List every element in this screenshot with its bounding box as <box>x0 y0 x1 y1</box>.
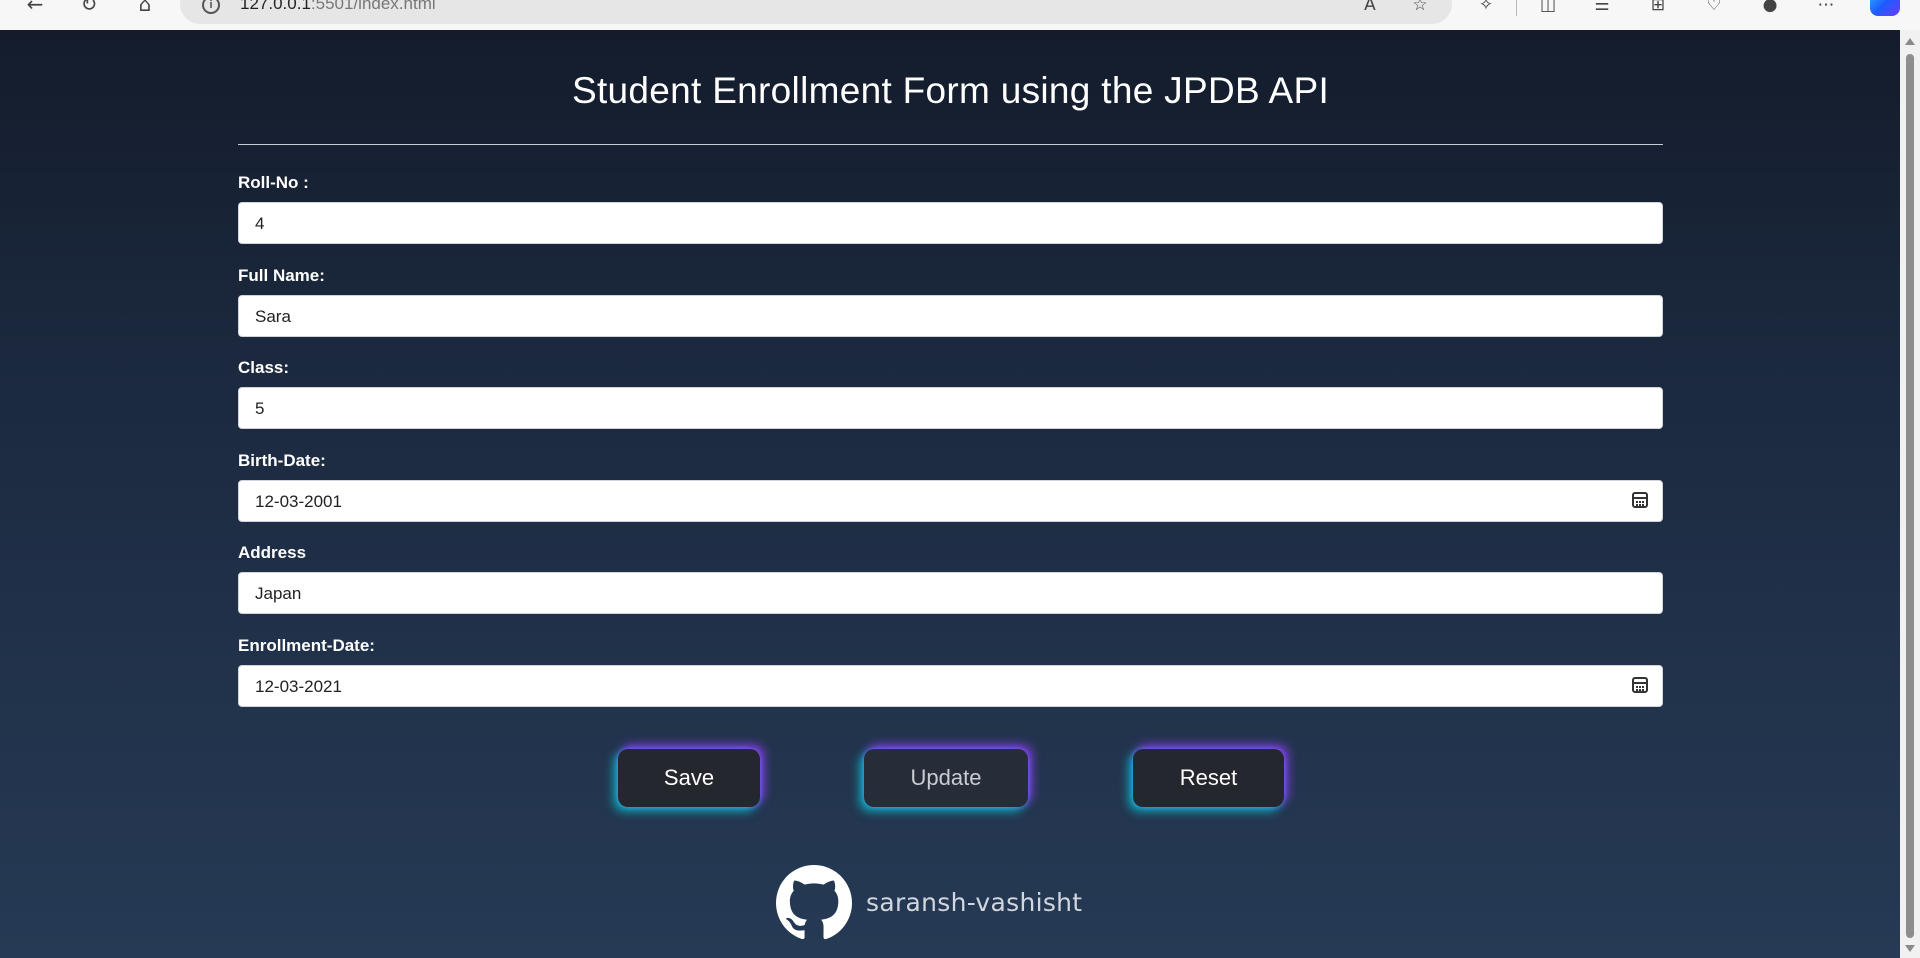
refresh-icon[interactable]: ↻ <box>76 0 102 20</box>
vertical-scrollbar[interactable] <box>1900 30 1920 958</box>
read-aloud-icon[interactable]: A <box>1358 0 1382 18</box>
address-url[interactable]: 127.0.0.1:5501/index.html <box>240 0 436 14</box>
address-value: Japan <box>255 584 302 603</box>
update-button[interactable]: Update <box>864 749 1028 807</box>
enrollment-date-value: 12-03-2021 <box>255 677 342 696</box>
scroll-up-icon[interactable] <box>1905 38 1915 45</box>
birth-date-label: Birth-Date: <box>238 451 326 470</box>
calendar-icon[interactable] <box>1632 492 1648 508</box>
birth-date-value: 12-03-2001 <box>255 492 342 511</box>
profile-icon[interactable]: ● <box>1758 0 1782 18</box>
address-input[interactable]: Japan <box>238 572 1663 614</box>
enrollment-date-label: Enrollment-Date: <box>238 636 375 655</box>
browser-toolbar: ← ↻ ⌂ i 127.0.0.1:5501/index.html A ☆ ✧ … <box>0 0 1920 30</box>
title-divider <box>238 144 1663 145</box>
class-label: Class: <box>238 358 290 377</box>
save-button[interactable]: Save <box>618 749 760 807</box>
scrollbar-thumb[interactable] <box>1906 54 1914 938</box>
address-label: Address <box>238 543 307 562</box>
copilot-icon[interactable] <box>1870 0 1900 16</box>
roll-no-label: Roll-No : <box>238 173 309 192</box>
full-name-input[interactable]: Sara <box>238 295 1663 337</box>
browser-essentials-icon[interactable]: ♡ <box>1702 0 1726 18</box>
url-host: 127.0.0.1 <box>240 0 311 13</box>
more-options-icon[interactable]: ⋯ <box>1814 0 1838 18</box>
home-icon[interactable]: ⌂ <box>132 0 158 20</box>
full-name-label: Full Name: <box>238 266 325 285</box>
class-input[interactable]: 5 <box>238 387 1663 429</box>
enrollment-date-input[interactable]: 12-03-2021 <box>238 665 1663 707</box>
github-icon[interactable] <box>776 865 852 941</box>
page-title: Student Enrollment Form using the JPDB A… <box>571 70 1330 111</box>
roll-no-value: 4 <box>255 214 265 233</box>
favorites-list-icon[interactable]: ☰ <box>1590 0 1614 18</box>
calendar-icon[interactable] <box>1632 677 1648 693</box>
favorite-star-icon[interactable]: ☆ <box>1408 0 1432 18</box>
reset-button[interactable]: Reset <box>1133 749 1284 807</box>
scroll-down-icon[interactable] <box>1905 945 1915 952</box>
toolbar-separator <box>1516 0 1517 16</box>
full-name-value: Sara <box>255 307 291 326</box>
roll-no-input[interactable]: 4 <box>238 202 1663 244</box>
split-screen-icon[interactable]: ◫ <box>1536 0 1560 18</box>
github-username-link[interactable]: saransh-vashisht <box>866 888 1082 917</box>
back-arrow-icon[interactable]: ← <box>22 0 48 20</box>
class-value: 5 <box>255 399 265 418</box>
collections-icon[interactable]: ⊞ <box>1646 0 1670 18</box>
birth-date-input[interactable]: 12-03-2001 <box>238 480 1663 522</box>
url-path: :5501/index.html <box>310 0 436 13</box>
extensions-icon[interactable]: ✧ <box>1474 0 1498 18</box>
